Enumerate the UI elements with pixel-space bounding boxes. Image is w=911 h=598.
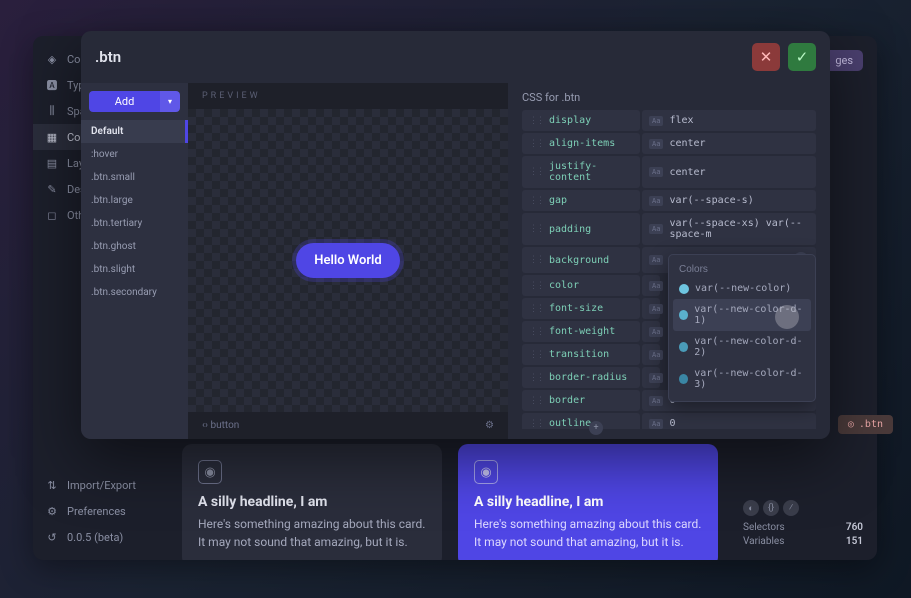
palette-icon: ◈ xyxy=(45,52,59,66)
variant-small[interactable]: .btn.small xyxy=(81,166,188,189)
var-badge: Aa xyxy=(649,116,663,126)
import-icon: ⇅ xyxy=(45,478,59,492)
component-editor-modal: .btn ✕ ✓ Add ▾ Default :hover .btn.small… xyxy=(81,31,830,439)
variant-default[interactable]: Default xyxy=(81,120,188,143)
target-icon: ◎ xyxy=(848,419,854,430)
type-icon: 🅰 xyxy=(45,78,59,92)
dropdown-item[interactable]: var(--new-color) xyxy=(669,278,815,299)
dropdown-item[interactable]: var(--new-color-d-3) xyxy=(669,363,815,395)
grip-icon[interactable]: ⋮⋮ xyxy=(529,196,543,206)
add-variant-button[interactable]: Add xyxy=(89,91,160,112)
grip-icon[interactable]: ⋮⋮ xyxy=(529,281,543,291)
layout-icon: ▤ xyxy=(45,156,59,170)
chevron-down-icon: ▾ xyxy=(168,97,172,106)
confirm-button[interactable]: ✓ xyxy=(788,43,816,71)
card-text: Here's something amazing about this card… xyxy=(474,515,702,551)
clear-changes-button[interactable]: ges xyxy=(825,50,863,71)
var-badge: Aa xyxy=(649,224,663,234)
var-badge: Aa xyxy=(649,139,663,149)
add-variant-dropdown[interactable]: ▾ xyxy=(160,91,180,112)
variant-hover[interactable]: :hover xyxy=(81,143,188,166)
grip-icon[interactable]: ⋮⋮ xyxy=(529,350,543,360)
css-row[interactable]: ⋮⋮align-itemsAacenter xyxy=(522,133,816,154)
grip-icon[interactable]: ⋮⋮ xyxy=(529,116,543,126)
grip-icon[interactable]: ⋮⋮ xyxy=(529,327,543,337)
var-badge: Aa xyxy=(649,350,663,360)
avatar-icon[interactable]: ◐ xyxy=(743,500,759,516)
var-badge: Aa xyxy=(649,167,663,177)
grip-icon[interactable]: ⋮⋮ xyxy=(529,419,543,429)
var-badge: Aa xyxy=(649,281,663,291)
color-swatch-icon xyxy=(679,374,688,384)
version-label: ↺0.0.5 (beta) xyxy=(33,524,168,550)
camera-icon: ◉ xyxy=(474,460,498,484)
css-row[interactable]: ⋮⋮displayAaflex xyxy=(522,110,816,131)
variant-secondary[interactable]: .btn.secondary xyxy=(81,281,188,304)
add-property-button[interactable]: + xyxy=(589,421,603,435)
gear-icon: ⚙ xyxy=(45,504,59,518)
example-card-a: ◉ A silly headline, I am Here's somethin… xyxy=(182,444,442,560)
design-icon: ✎ xyxy=(45,182,59,196)
var-badge: Aa xyxy=(649,304,663,314)
grip-icon[interactable]: ⋮⋮ xyxy=(529,139,543,149)
other-icon: ◻ xyxy=(45,208,59,222)
version-icon: ↺ xyxy=(45,530,59,544)
grip-icon[interactable]: ⋮⋮ xyxy=(529,304,543,314)
grip-icon[interactable]: ⋮⋮ xyxy=(529,167,543,177)
value-autocomplete-dropdown: Colors var(--new-color) var(--new-color-… xyxy=(668,254,816,402)
preview-button[interactable]: Hello World xyxy=(296,243,400,278)
css-panel-title: CSS for .btn xyxy=(522,83,816,110)
variant-ghost[interactable]: .btn.ghost xyxy=(81,235,188,258)
check-icon: ✓ xyxy=(796,48,809,66)
color-swatch-icon xyxy=(679,310,688,320)
var-badge: Aa xyxy=(649,419,663,429)
grip-icon[interactable]: ⋮⋮ xyxy=(529,255,543,265)
var-badge: Aa xyxy=(649,327,663,337)
css-row[interactable]: ⋮⋮gapAavar(--space-s) xyxy=(522,190,816,211)
css-row[interactable]: ⋮⋮paddingAavar(--space-xs) var(--space-m xyxy=(522,213,816,245)
variant-large[interactable]: .btn.large xyxy=(81,189,188,212)
var-badge: Aa xyxy=(649,373,663,383)
var-badge: Aa xyxy=(649,196,663,206)
braces-icon[interactable]: {} xyxy=(763,500,779,516)
card-title: A silly headline, I am xyxy=(198,494,426,510)
grip-icon[interactable]: ⋮⋮ xyxy=(529,396,543,406)
color-swatch-icon xyxy=(679,284,689,294)
css-row[interactable]: ⋮⋮outlineAa0 xyxy=(522,413,816,429)
tag-icon: ‹› xyxy=(202,420,208,431)
dropdown-item[interactable]: var(--new-color-d-1) xyxy=(673,299,811,331)
dropdown-section-label: Colors xyxy=(669,261,815,278)
modal-title: .btn xyxy=(95,48,752,66)
grip-icon[interactable]: ⋮⋮ xyxy=(529,373,543,383)
variant-tertiary[interactable]: .btn.tertiary xyxy=(81,212,188,235)
stats-panel: ◐ {} ⁄ Selectors760 Variables151 xyxy=(743,500,863,550)
code-icon[interactable]: ⁄ xyxy=(783,500,799,516)
example-card-b: ◉ A silly headline, I am Here's somethin… xyxy=(458,444,718,560)
var-badge: Aa xyxy=(649,396,663,406)
dropdown-item[interactable]: var(--new-color-d-2) xyxy=(669,331,815,363)
preview-settings-icon[interactable]: ⚙ xyxy=(485,420,494,431)
card-text: Here's something amazing about this card… xyxy=(198,515,426,551)
close-icon: ✕ xyxy=(760,48,773,66)
selector-pill[interactable]: ◎.btn xyxy=(838,415,893,434)
preferences-button[interactable]: ⚙Preferences xyxy=(33,498,168,524)
import-export-button[interactable]: ⇅Import/Export xyxy=(33,472,168,498)
var-badge: Aa xyxy=(649,255,663,265)
ruler-icon: ⫼ xyxy=(45,104,59,118)
preview-label: PREVIEW xyxy=(188,83,508,109)
component-icon: ▦ xyxy=(45,130,59,144)
css-rows: ⋮⋮displayAaflex ⋮⋮align-itemsAacenter ⋮⋮… xyxy=(522,110,816,429)
variant-slight[interactable]: .btn.slight xyxy=(81,258,188,281)
grip-icon[interactable]: ⋮⋮ xyxy=(529,224,543,234)
close-button[interactable]: ✕ xyxy=(752,43,780,71)
color-swatch-icon xyxy=(679,342,688,352)
camera-icon: ◉ xyxy=(198,460,222,484)
preview-tag-label[interactable]: ‹› button xyxy=(202,420,239,431)
preview-canvas: Hello World xyxy=(188,109,508,412)
css-row[interactable]: ⋮⋮justify-contentAacenter xyxy=(522,156,816,188)
card-title: A silly headline, I am xyxy=(474,494,702,510)
